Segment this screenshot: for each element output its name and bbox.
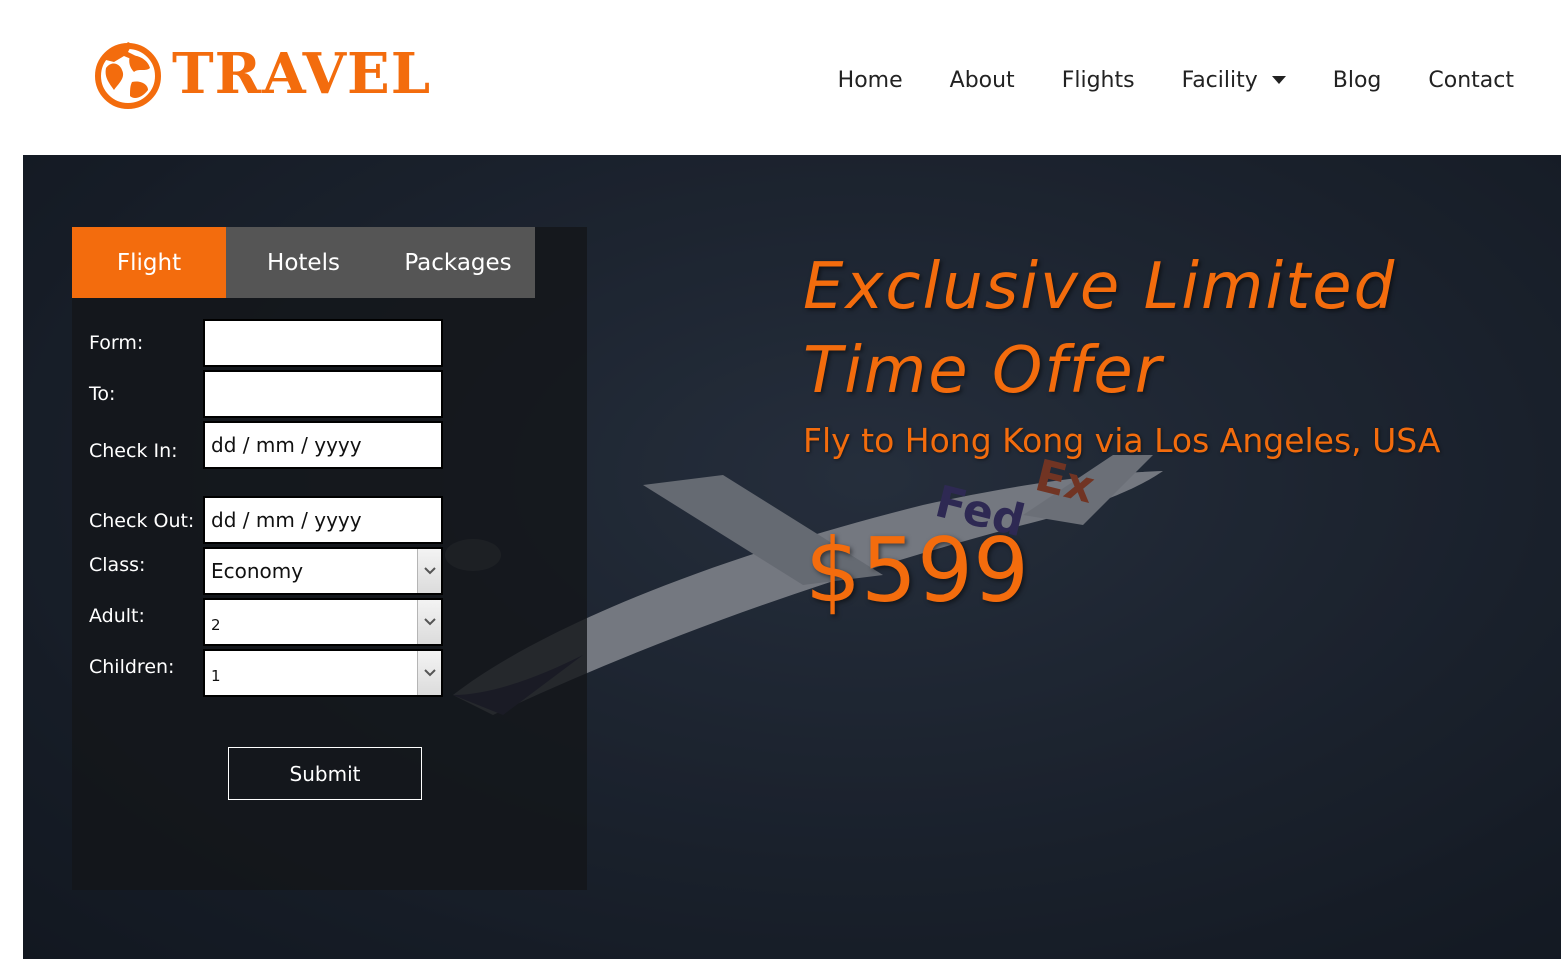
nav-flights-label: Flights xyxy=(1061,67,1135,93)
check-in-placeholder: dd / mm / yyyy xyxy=(211,433,362,457)
class-row: Class: Economy xyxy=(89,547,443,595)
globe-plane-icon xyxy=(95,42,161,109)
to-label: To: xyxy=(89,383,116,405)
offer-title-line1: Exclusive Limited xyxy=(803,250,1397,324)
tab-packages[interactable]: Packages xyxy=(381,227,535,298)
chevron-down-icon xyxy=(423,618,436,626)
nav-facility-dropdown[interactable]: Facility xyxy=(1182,68,1286,93)
to-row: To: xyxy=(89,370,443,418)
from-label: Form: xyxy=(89,332,144,354)
booking-panel: Flight Hotels Packages Form: To: Check I… xyxy=(72,227,587,890)
to-input[interactable] xyxy=(203,370,443,418)
children-label: Children: xyxy=(89,656,175,678)
booking-tabs: Flight Hotels Packages xyxy=(72,227,535,298)
nav-about[interactable]: About xyxy=(950,68,1015,93)
check-in-row: Check In: dd / mm / yyyy xyxy=(89,421,443,469)
offer-subtitle: Fly to Hong Kong via Los Angeles, USA xyxy=(803,421,1441,460)
class-label: Class: xyxy=(89,554,146,576)
check-out-placeholder: dd / mm / yyyy xyxy=(211,508,362,532)
caret-down-icon xyxy=(1271,76,1286,84)
offer-title-line2: Time Offer xyxy=(803,334,1164,408)
brand-name: TRAVEL xyxy=(172,41,432,107)
hero-banner: Fed Ex Flight Hotels Packages Form: To: … xyxy=(23,155,1561,959)
nav-blog-label: Blog xyxy=(1332,67,1382,93)
nav-facility-label: Facility xyxy=(1181,67,1258,93)
adult-select-arrow[interactable] xyxy=(417,600,441,644)
nav-contact[interactable]: Contact xyxy=(1428,68,1514,93)
class-select-arrow[interactable] xyxy=(417,549,441,593)
tab-hotels[interactable]: Hotels xyxy=(226,227,381,298)
submit-button[interactable]: Submit xyxy=(228,747,422,800)
nav-blog[interactable]: Blog xyxy=(1333,68,1382,93)
nav-home[interactable]: Home xyxy=(838,68,903,93)
children-select-arrow[interactable] xyxy=(417,651,441,695)
main-nav: Home About Flights Facility Blog Contact xyxy=(791,60,1514,100)
children-row: Children: 1 xyxy=(89,649,443,697)
brand-logo[interactable]: TRAVEL xyxy=(92,38,431,110)
tab-flight[interactable]: Flight xyxy=(72,227,226,298)
site-header: TRAVEL Home About Flights Facility Blog … xyxy=(0,0,1561,155)
class-select[interactable]: Economy xyxy=(203,547,443,595)
children-select[interactable]: 1 xyxy=(203,649,443,697)
check-out-row: Check Out: dd / mm / yyyy xyxy=(89,496,443,544)
class-select-value: Economy xyxy=(203,547,443,595)
adult-row: Adult: 2 xyxy=(89,598,443,646)
adult-select[interactable]: 2 xyxy=(203,598,443,646)
tab-packages-label: Packages xyxy=(404,249,512,276)
from-row: Form: xyxy=(89,319,443,367)
chevron-down-icon xyxy=(423,669,436,677)
tab-hotels-label: Hotels xyxy=(267,249,340,276)
check-out-label: Check Out: xyxy=(89,510,195,532)
nav-home-label: Home xyxy=(837,67,903,93)
tab-flight-label: Flight xyxy=(116,249,182,276)
chevron-down-icon xyxy=(423,567,436,575)
children-select-value: 1 xyxy=(203,649,443,697)
nav-flights[interactable]: Flights xyxy=(1062,68,1135,93)
check-in-date-input[interactable]: dd / mm / yyyy xyxy=(203,421,443,469)
adult-label: Adult: xyxy=(89,605,145,627)
check-out-date-input[interactable]: dd / mm / yyyy xyxy=(203,496,443,544)
submit-label: Submit xyxy=(289,761,361,786)
nav-contact-label: Contact xyxy=(1428,67,1514,93)
from-input[interactable] xyxy=(203,319,443,367)
check-in-label: Check In: xyxy=(89,440,178,462)
offer-price: $599 xyxy=(805,519,1029,622)
nav-about-label: About xyxy=(949,67,1015,93)
offer-title: Exclusive Limited Time Offer xyxy=(803,245,1483,413)
adult-select-value: 2 xyxy=(203,598,443,646)
